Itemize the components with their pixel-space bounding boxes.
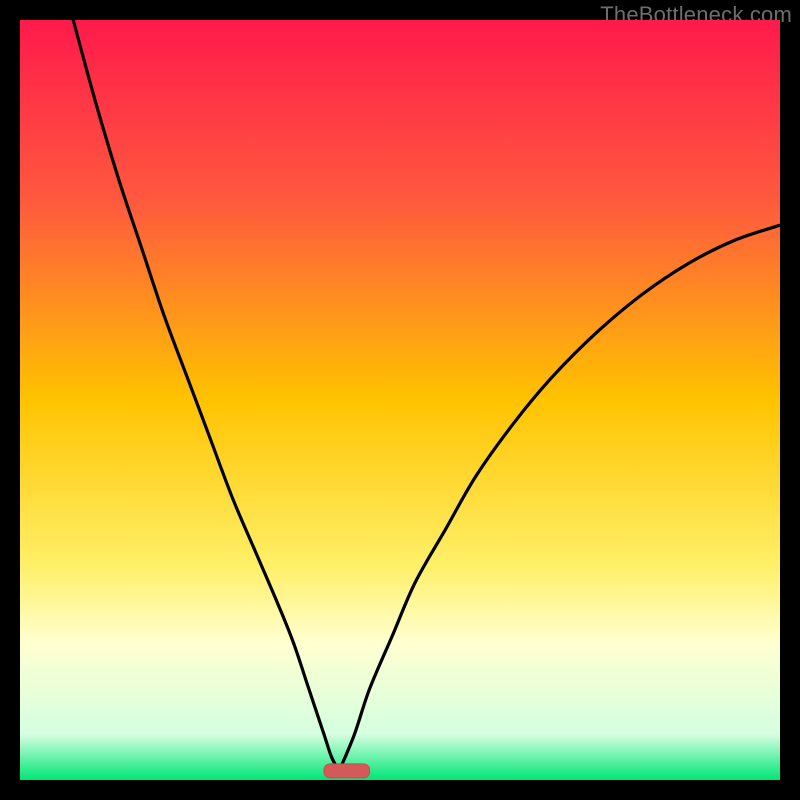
gradient-background — [20, 20, 780, 780]
chart-frame — [20, 20, 780, 780]
bottleneck-chart — [20, 20, 780, 780]
optimum-marker — [324, 764, 370, 778]
